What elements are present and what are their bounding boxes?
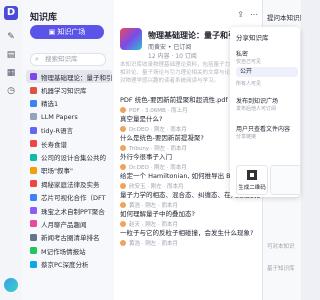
sidebar-item[interactable]: 新闻考古圈清单排名 <box>26 231 112 244</box>
popup-title: 分享知识库 <box>236 34 269 42</box>
publish-option-label[interactable]: 发布到知识广场 <box>236 96 278 105</box>
qr-code-icon <box>247 170 257 180</box>
sidebar-search[interactable]: ⌕ 搜索知识库 <box>30 53 106 66</box>
sidebar-item-label: 长寿食谱 <box>41 140 67 149</box>
chat-icon[interactable]: ✎ <box>6 32 16 42</box>
sidebar-item-label: LLM Papers <box>41 112 78 121</box>
qr-label: 生成二维码 <box>238 185 266 191</box>
sidebar-item[interactable]: 精选1 <box>26 97 112 110</box>
knowledge-base-name: 物理基础理论：量子和引 <box>148 31 236 40</box>
sidebar-item[interactable]: tidy-R语言 <box>26 124 112 137</box>
sidebar-item-label: 人月聊产品趣闻 <box>41 220 87 229</box>
knowledge-icon[interactable]: ▤ <box>6 50 16 60</box>
knowledge-base-icon <box>30 247 37 255</box>
knowledge-base-icon <box>30 86 37 94</box>
link-card[interactable] <box>270 165 300 195</box>
knowledge-base-icon <box>30 126 37 134</box>
plaza-label: 知识广场 <box>57 28 86 36</box>
ask-panel-hint-2: 基于知识库 <box>267 266 295 272</box>
user-avatar[interactable] <box>4 278 18 292</box>
sidebar-item-label: 精选1 <box>41 100 59 109</box>
sidebar-item-label: 职场"叙事" <box>41 167 73 176</box>
knowledge-list: 物理基础理论：量子和引 机器学习知识库 精选1 LLM Papers tidy-R语言长… <box>26 70 112 271</box>
knowledge-base-author[interactable]: 而黄安 • 已订阅 <box>148 42 191 51</box>
knowledge-base-icon <box>30 193 37 201</box>
app-logo[interactable]: D <box>4 6 18 20</box>
knowledge-base-icon <box>30 153 37 161</box>
knowledge-base-icon <box>30 113 37 121</box>
sidebar-item-label: 新闻考古圈清单排名 <box>41 234 100 243</box>
invite-option-label[interactable]: 用户只查看文件内容 <box>236 124 290 133</box>
knowledge-base-icon <box>30 73 37 81</box>
sidebar-item[interactable]: 芯片可视化合作（DFT <box>26 191 112 204</box>
knowledge-base-cover <box>120 28 142 50</box>
sidebar-item-label: 物理基础理论：量子和引 <box>41 73 112 82</box>
knowledge-base-icon <box>30 166 37 174</box>
knowledge-base-icon <box>30 180 37 188</box>
knowledge-plaza-button[interactable]: ▣ 知识广场 <box>30 25 104 39</box>
public-option-sub: 所有人可见 <box>236 81 262 87</box>
knowledge-base-icon <box>30 260 37 268</box>
ask-panel-title: 提问本知识库 <box>267 14 301 22</box>
sidebar-item-label: 机器学习知识库 <box>41 87 87 96</box>
sidebar-item-label: 珠宝之术自制PPT聚合 <box>41 207 105 216</box>
knowledge-base-icon <box>30 233 37 241</box>
knowledge-base-icon <box>30 207 37 215</box>
sidebar-item[interactable]: 揭秘家庭法律及实务 <box>26 177 112 190</box>
sidebar-item[interactable]: 人月聊产品趣闻 <box>26 217 112 230</box>
sidebar-item[interactable]: 职场"叙事" <box>26 164 112 177</box>
grid-icon[interactable]: ▦ <box>6 68 16 78</box>
sidebar-item[interactable]: 机器学习知识库 <box>26 83 112 96</box>
search-placeholder: 搜索知识库 <box>45 55 78 63</box>
sidebar-item-label: tidy-R语言 <box>41 127 74 136</box>
document-row[interactable]: 一粒子与它的反粒子相碰撞，会发生什么现象? 黄浩 · 刚左 · 而本月 <box>120 227 260 247</box>
knowledge-base-icon <box>30 99 37 107</box>
history-icon[interactable]: ◷ <box>6 86 16 96</box>
sidebar-item[interactable]: 公司的设计合集公共的 <box>26 150 112 163</box>
sidebar-item[interactable]: 物理基础理论：量子和引 <box>26 70 112 84</box>
sidebar-item-label: 公司的设计合集公共的 <box>41 154 106 163</box>
sidebar-item[interactable]: LLM Papers <box>26 110 112 123</box>
share-popup: 分享知识库 私密 仅自己可见 公开 所有人可见 发布到知识广场 发布后他人可订阅… <box>230 27 300 197</box>
sidebar-item[interactable]: 蔡京PC深度分析 <box>26 257 112 270</box>
document-meta-text: 黄浩 · 刚左 · 而本月 <box>129 241 178 247</box>
sidebar-item-label: 芯片可视化合作（DFT <box>41 194 106 203</box>
sidebar-item-label: 蔡京PC深度分析 <box>41 261 89 270</box>
private-option-label[interactable]: 私密 <box>236 49 248 58</box>
sidebar-item[interactable]: M记作场情报站 <box>26 244 112 257</box>
sidebar-item[interactable]: 珠宝之术自制PPT聚合 <box>26 204 112 217</box>
public-option[interactable]: 公开 <box>236 67 298 77</box>
knowledge-sidebar: 知识库 ▣ 知识广场 ⌕ 搜索知识库 物理基础理论：量子和引 机器学习知识库 精选1… <box>22 0 115 300</box>
sidebar-item-label: 揭秘家庭法律及实务 <box>41 180 100 189</box>
qr-card[interactable]: 生成二维码 <box>236 165 268 195</box>
sidebar-item[interactable]: 长寿食谱 <box>26 137 112 150</box>
document-title: 如何理解量子中的叠加态? <box>120 210 195 218</box>
ask-panel-hint: 可对本知识 <box>267 244 295 250</box>
app-rail: D ✎ ▤ ▦ ◷ <box>0 0 23 300</box>
sidebar-item-label: M记作场情报站 <box>41 247 86 256</box>
document-row[interactable]: 如何理解量子中的叠加态? 赵天 · 刚左 · 而本月 <box>120 208 260 228</box>
invite-option-sub: 分享链接 <box>236 134 257 140</box>
document-meta: 黄浩 · 刚左 · 而本月 <box>120 239 260 247</box>
search-icon: ⌕ <box>35 55 39 63</box>
private-option-sub: 仅自己可见 <box>236 59 262 65</box>
sidebar-title: 知识库 <box>30 13 58 23</box>
knowledge-base-icon <box>30 220 37 228</box>
knowledge-base-stats: 12 内容 · 10 订阅 <box>148 53 197 60</box>
share-icon[interactable]: ⇪ <box>237 10 244 19</box>
knowledge-base-icon <box>30 140 37 148</box>
document-title: 一粒子与它的反粒子相碰撞，会发生什么现象? <box>120 229 254 237</box>
publish-option-sub: 发布后他人可订阅 <box>236 106 277 112</box>
author-avatar <box>120 240 126 246</box>
main-toolbar: ⇪ ⋯ <box>237 10 258 19</box>
more-icon[interactable]: ⋯ <box>250 10 258 19</box>
